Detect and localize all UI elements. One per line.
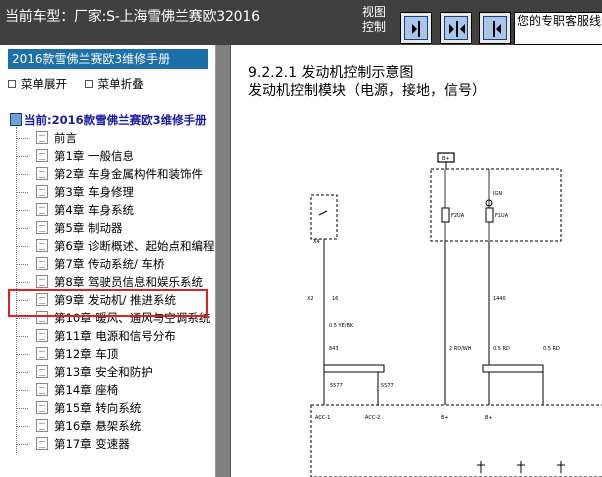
book-icon bbox=[10, 113, 22, 126]
document-pane: 9.2.2.1 发动机控制示意图 发动机控制模块（电源，接地，信号） B+ IG… bbox=[230, 45, 602, 477]
arrow-right-icon bbox=[412, 21, 420, 37]
tree-item-ch11[interactable]: 第11章 电源和信号分布 bbox=[16, 327, 176, 345]
sidebar-title: 2016款雪佛兰赛欧3维修手册 bbox=[8, 49, 208, 69]
tree-item-ch1[interactable]: 第1章 一般信息 bbox=[16, 147, 134, 165]
selected-item-highlight bbox=[8, 289, 208, 317]
tree-item-label: 第7章 传动系统/ 车桥 bbox=[54, 257, 165, 271]
diagram-ecm-block bbox=[310, 404, 602, 477]
diagram-splice-1 bbox=[323, 364, 385, 373]
split-arrows-icon bbox=[449, 21, 465, 37]
document-icon bbox=[36, 419, 48, 432]
diagram-wire-3: 0.5 RD bbox=[493, 346, 510, 352]
tree-item-ch12[interactable]: 第12章 车顶 bbox=[16, 345, 118, 363]
tree-item-preface[interactable]: 前言 bbox=[16, 129, 77, 147]
tree-item-label: 前言 bbox=[54, 131, 77, 145]
tree-item-label: 第8章 驾驶员信息和娱乐系统 bbox=[54, 275, 203, 289]
app-window: 当前车型：厂家:S-上海雪佛兰赛欧32016 视图控制 您的专职客服线 2016… bbox=[0, 0, 602, 477]
tree-item-label: 第4章 车身系统 bbox=[54, 203, 134, 217]
tree-root-label: 当前:2016款雪佛兰赛欧3维修手册 bbox=[24, 113, 207, 127]
diagram-label-bplus: B+ bbox=[485, 415, 493, 421]
expand-menu-button[interactable]: 菜单展开 bbox=[8, 77, 67, 91]
tree-item-ch14[interactable]: 第14章 座椅 bbox=[16, 381, 118, 399]
view-control-label: 视图控制 bbox=[362, 5, 387, 34]
tree-item-ch3[interactable]: 第3章 车身修理 bbox=[16, 183, 134, 201]
tree-item-label: 第14章 座椅 bbox=[54, 383, 119, 397]
tree-item-ch7[interactable]: 第7章 传动系统/ 车桥 bbox=[16, 255, 165, 273]
collapse-menu-label: 菜单折叠 bbox=[97, 77, 144, 91]
wiring-diagram: B+ IGN F2UA F1UA X4 X2 16 0.5 YE/BK 843 bbox=[307, 152, 602, 477]
diagram-label-acc2: ACC-2 bbox=[365, 415, 380, 421]
manual-sidebar: 2016款雪佛兰赛欧3维修手册 菜单展开 菜单折叠 当前:2016款雪佛兰赛欧3… bbox=[0, 45, 216, 477]
tree-item-ch13[interactable]: 第13章 安全和防护 bbox=[16, 363, 153, 381]
view-split-button[interactable] bbox=[440, 12, 472, 44]
arrow-left-icon bbox=[493, 21, 501, 37]
document-icon bbox=[36, 131, 48, 144]
diagram-splice-2 bbox=[482, 364, 544, 373]
tree-item-ch2[interactable]: 第2章 车身金属构件和装饰件 bbox=[16, 165, 203, 183]
collapse-icon bbox=[84, 80, 93, 88]
diagram-circuit-3: 5577 bbox=[330, 383, 343, 389]
tree-item-ch6[interactable]: 第6章 诊断概述、起始点和编程 bbox=[16, 237, 214, 255]
diagram-switch-block bbox=[310, 194, 338, 240]
document-icon bbox=[36, 437, 48, 450]
tree-item-label: 第11章 电源和信号分布 bbox=[54, 329, 176, 343]
diagram-label-bplus-top: B+ bbox=[442, 156, 450, 162]
tree-item-label: 第2章 车身金属构件和装饰件 bbox=[54, 167, 203, 181]
tree-item-label: 第1章 一般信息 bbox=[54, 149, 134, 163]
tree-item-label: 第13章 安全和防护 bbox=[54, 365, 153, 379]
svg-text:F2UA: F2UA bbox=[451, 213, 465, 219]
diagram-wire-1: 0.5 YE/BK bbox=[329, 323, 354, 329]
document-icon bbox=[36, 167, 48, 180]
tree-item-ch17[interactable]: 第17章 变速器 bbox=[16, 435, 130, 453]
document-icon bbox=[36, 275, 48, 288]
tree-item-label: 第17章 变速器 bbox=[54, 437, 130, 451]
tree-root[interactable]: 当前:2016款雪佛兰赛欧3维修手册 bbox=[10, 112, 207, 128]
expand-menu-label: 菜单展开 bbox=[21, 77, 67, 91]
diagram-label-x4: X4 bbox=[313, 239, 320, 245]
tree-item-ch4[interactable]: 第4章 车身系统 bbox=[16, 201, 134, 219]
document-icon bbox=[36, 203, 48, 216]
diagram-label-16: 16 bbox=[332, 296, 338, 302]
tree-item-ch5[interactable]: 第5章 制动器 bbox=[16, 219, 122, 237]
document-icon bbox=[36, 239, 48, 252]
diagram-circuit-1: 843 bbox=[329, 346, 339, 352]
tree-item-label: 第15章 转向系统 bbox=[54, 401, 142, 415]
document-icon bbox=[36, 347, 48, 360]
document-icon bbox=[36, 383, 48, 396]
diagram-label-acc1: ACC-1 bbox=[315, 415, 330, 421]
current-vehicle-title: 当前车型：厂家:S-上海雪佛兰赛欧32016 bbox=[5, 9, 260, 25]
document-icon bbox=[36, 401, 48, 414]
document-icon bbox=[36, 365, 48, 378]
diagram-wire-2: 2 RD/WH bbox=[449, 346, 472, 352]
view-right-pane-button[interactable] bbox=[479, 12, 511, 44]
diagram-fuse-block bbox=[430, 168, 562, 242]
diagram-circuit-4: 5577 bbox=[381, 383, 394, 389]
diagram-fuse-1 bbox=[441, 207, 450, 223]
diagram-wire-4: 0.5 RD bbox=[543, 346, 560, 352]
tree-item-label: 第6章 诊断概述、起始点和编程 bbox=[54, 239, 215, 253]
tree-item-label: 第16章 悬架系统 bbox=[54, 419, 142, 433]
tree-item-label: 第3章 车身修理 bbox=[54, 185, 134, 199]
document-icon bbox=[36, 329, 48, 342]
tree-item-label: 第12章 车顶 bbox=[54, 347, 119, 361]
diagram-circuit-2: 1440 bbox=[493, 296, 506, 302]
tree-item-ch15[interactable]: 第15章 转向系统 bbox=[16, 399, 141, 417]
expand-icon bbox=[8, 80, 16, 88]
tree-item-ch16[interactable]: 第16章 悬架系统 bbox=[16, 417, 141, 435]
svg-text:IGN: IGN bbox=[493, 191, 502, 197]
document-icon bbox=[36, 221, 48, 234]
diagram-label-x2: X2 bbox=[307, 296, 314, 302]
document-icon bbox=[36, 185, 48, 198]
svg-text:F1UA: F1UA bbox=[495, 213, 509, 219]
tree-item-label: 第5章 制动器 bbox=[54, 221, 123, 235]
collapse-menu-button[interactable]: 菜单折叠 bbox=[84, 77, 144, 91]
document-icon bbox=[36, 257, 48, 270]
diagram-label-bp: B+ bbox=[441, 415, 449, 421]
diagram-fuse-2 bbox=[485, 207, 494, 223]
document-icon bbox=[36, 149, 48, 162]
customer-service-hotline: 您的专职客服线：028-87038 bbox=[514, 12, 602, 45]
menu-actions: 菜单展开 菜单折叠 bbox=[8, 76, 158, 92]
view-left-pane-button[interactable] bbox=[400, 12, 432, 44]
top-toolbar: 当前车型：厂家:S-上海雪佛兰赛欧32016 视图控制 您的专职客服线 bbox=[0, 0, 602, 45]
